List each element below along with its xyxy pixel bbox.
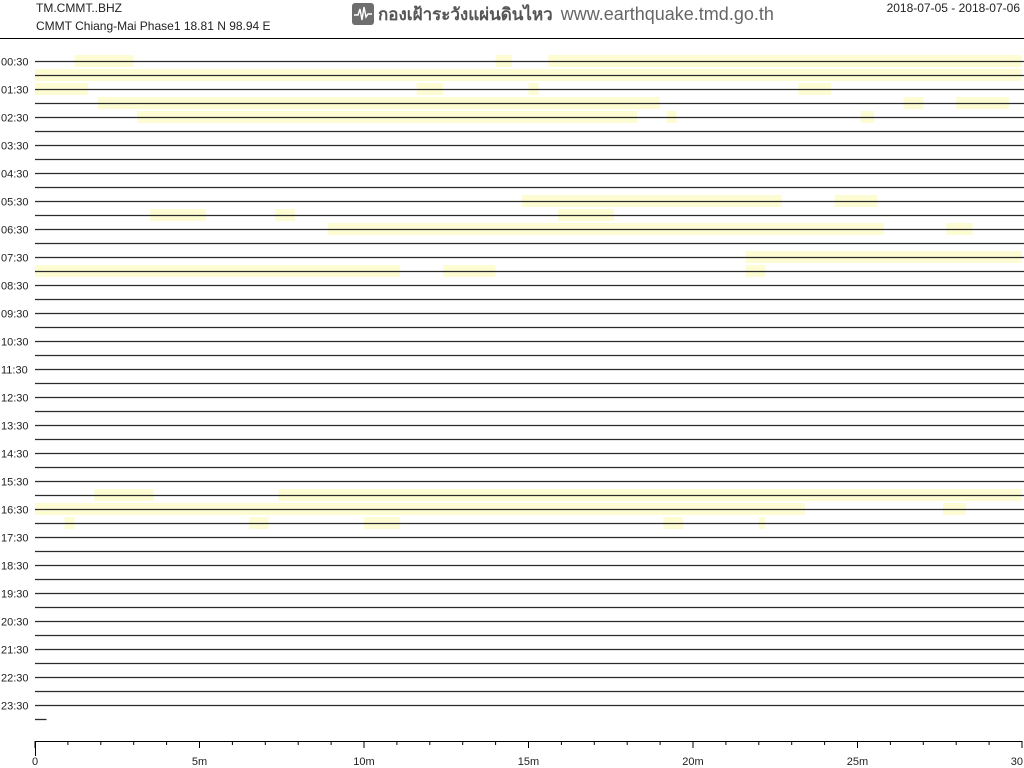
hour-label: 02:30 xyxy=(1,113,29,125)
x-tick-label: 0 xyxy=(32,756,38,768)
hour-label: 05:30 xyxy=(1,197,29,209)
hour-label: 07:30 xyxy=(1,253,29,265)
hour-label: 17:30 xyxy=(1,533,29,545)
x-tick-label: 30 xyxy=(1011,756,1023,768)
hour-label: 04:30 xyxy=(1,169,29,181)
hour-label: 11:30 xyxy=(1,365,28,377)
hour-label: 22:30 xyxy=(1,673,29,685)
hour-label: 18:30 xyxy=(1,561,29,573)
hour-label: 19:30 xyxy=(1,589,29,601)
hour-label: 15:30 xyxy=(1,477,29,489)
hour-label: 10:30 xyxy=(1,337,29,349)
hour-label: 00:30 xyxy=(1,57,29,69)
hour-label: 14:30 xyxy=(1,449,29,461)
hour-label: 06:30 xyxy=(1,225,29,237)
hour-label: 23:30 xyxy=(1,701,29,713)
x-tick-label: 15m xyxy=(518,756,539,768)
x-tick-label: 20m xyxy=(682,756,703,768)
hour-label: 13:30 xyxy=(1,421,29,433)
x-tick-label: 25m xyxy=(847,756,868,768)
hour-label: 16:30 xyxy=(1,505,29,517)
hour-label: 01:30 xyxy=(1,85,29,97)
hour-label: 09:30 xyxy=(1,309,29,321)
x-tick-label: 5m xyxy=(192,756,207,768)
x-tick-label: 10m xyxy=(353,756,374,768)
hour-label: 21:30 xyxy=(1,645,29,657)
hour-label: 03:30 xyxy=(1,141,29,153)
hour-label: 20:30 xyxy=(1,617,29,629)
helicorder-chart: 00:30 01:30 02:30 03:30 04:30 05:30 06:30 07:30… xyxy=(0,38,1024,768)
hour-label: 08:30 xyxy=(1,281,29,293)
hour-label: 12:30 xyxy=(1,393,29,405)
